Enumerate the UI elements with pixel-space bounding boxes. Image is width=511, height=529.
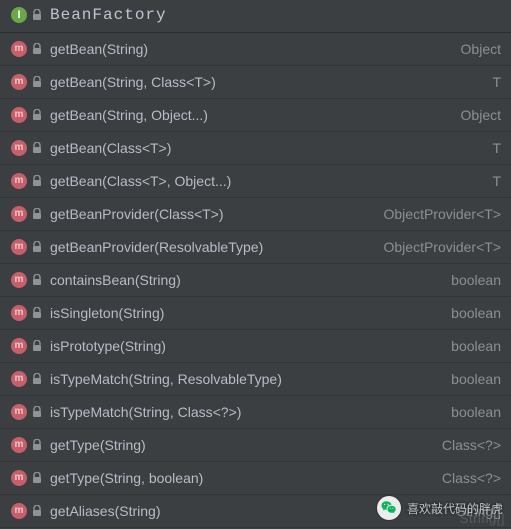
lock-icon [30, 207, 44, 221]
lock-icon [30, 42, 44, 56]
lock-icon [30, 306, 44, 320]
method-name: getBean(Class<T>) [50, 140, 171, 156]
lock-icon [30, 75, 44, 89]
method-row[interactable]: m isPrototype(String) boolean [0, 330, 511, 363]
return-type: boolean [451, 371, 501, 387]
lock-icon [30, 8, 44, 22]
method-name: getBeanProvider(ResolvableType) [50, 239, 263, 255]
return-type: Object [461, 107, 501, 123]
method-name: getBeanProvider(Class<T>) [50, 206, 224, 222]
lock-icon [30, 174, 44, 188]
method-icon: m [10, 370, 28, 388]
method-row[interactable]: m getType(String, boolean) Class<?> [0, 462, 511, 495]
method-icon: m [10, 436, 28, 454]
return-type: T [492, 140, 501, 156]
method-name: getAliases(String) [50, 503, 161, 519]
method-row[interactable]: m getBeanProvider(Class<T>) ObjectProvider… [0, 198, 511, 231]
ghost-return-type: String[] [460, 511, 505, 526]
method-name: getBean(Class<T>, Object...) [50, 173, 231, 189]
method-row[interactable]: m containsBean(String) boolean [0, 264, 511, 297]
lock-icon [30, 372, 44, 386]
return-type: ObjectProvider<T> [384, 239, 502, 255]
method-icon: m [10, 502, 28, 520]
method-icon: m [10, 205, 28, 223]
method-icon: m [10, 304, 28, 322]
method-row[interactable]: m isSingleton(String) boolean [0, 297, 511, 330]
method-icon: m [10, 172, 28, 190]
method-row[interactable]: m getBeanProvider(ResolvableType) ObjectPr… [0, 231, 511, 264]
return-type: Object [461, 41, 501, 57]
method-name: isPrototype(String) [50, 338, 166, 354]
method-name: isSingleton(String) [50, 305, 164, 321]
return-type: T [492, 74, 501, 90]
lock-icon [30, 108, 44, 122]
method-row[interactable]: m getType(String) Class<?> [0, 429, 511, 462]
return-type: T [492, 173, 501, 189]
method-icon: m [10, 337, 28, 355]
lock-icon [30, 438, 44, 452]
method-icon: m [10, 271, 28, 289]
method-name: getType(String, boolean) [50, 470, 203, 486]
method-name: isTypeMatch(String, Class<?>) [50, 404, 241, 420]
return-type: boolean [451, 305, 501, 321]
interface-icon: I [10, 6, 28, 24]
lock-icon [30, 405, 44, 419]
lock-icon [30, 471, 44, 485]
return-type: Class<?> [442, 470, 501, 486]
method-name: isTypeMatch(String, ResolvableType) [50, 371, 282, 387]
return-type: Class<?> [442, 437, 501, 453]
lock-icon [30, 504, 44, 518]
method-icon: m [10, 238, 28, 256]
method-list: m getBean(String) Object m getBean(String, C… [0, 33, 511, 528]
class-title: BeanFactory [50, 6, 167, 24]
method-row[interactable]: m isTypeMatch(String, ResolvableType) bool… [0, 363, 511, 396]
method-icon: m [10, 73, 28, 91]
method-row[interactable]: m isTypeMatch(String, Class<?>) boolean [0, 396, 511, 429]
return-type: boolean [451, 272, 501, 288]
method-icon: m [10, 403, 28, 421]
method-name: getBean(String) [50, 41, 148, 57]
method-name: containsBean(String) [50, 272, 181, 288]
lock-icon [30, 339, 44, 353]
method-icon: m [10, 106, 28, 124]
return-type: ObjectProvider<T> [384, 206, 502, 222]
method-name: getBean(String, Class<T>) [50, 74, 216, 90]
method-row[interactable]: m getBean(String, Class<T>) T [0, 66, 511, 99]
structure-header: I BeanFactory [0, 0, 511, 33]
lock-icon [30, 240, 44, 254]
method-name: getType(String) [50, 437, 146, 453]
return-type: boolean [451, 338, 501, 354]
method-icon: m [10, 139, 28, 157]
method-row[interactable]: m getBean(String, Object...) Object [0, 99, 511, 132]
lock-icon [30, 141, 44, 155]
lock-icon [30, 273, 44, 287]
method-icon: m [10, 40, 28, 58]
method-icon: m [10, 469, 28, 487]
return-type: boolean [451, 404, 501, 420]
method-row[interactable]: m getBean(String) Object [0, 33, 511, 66]
wechat-icon [377, 496, 401, 520]
method-row[interactable]: m getBean(Class<T>, Object...) T [0, 165, 511, 198]
method-row[interactable]: m getBean(Class<T>) T [0, 132, 511, 165]
method-name: getBean(String, Object...) [50, 107, 208, 123]
